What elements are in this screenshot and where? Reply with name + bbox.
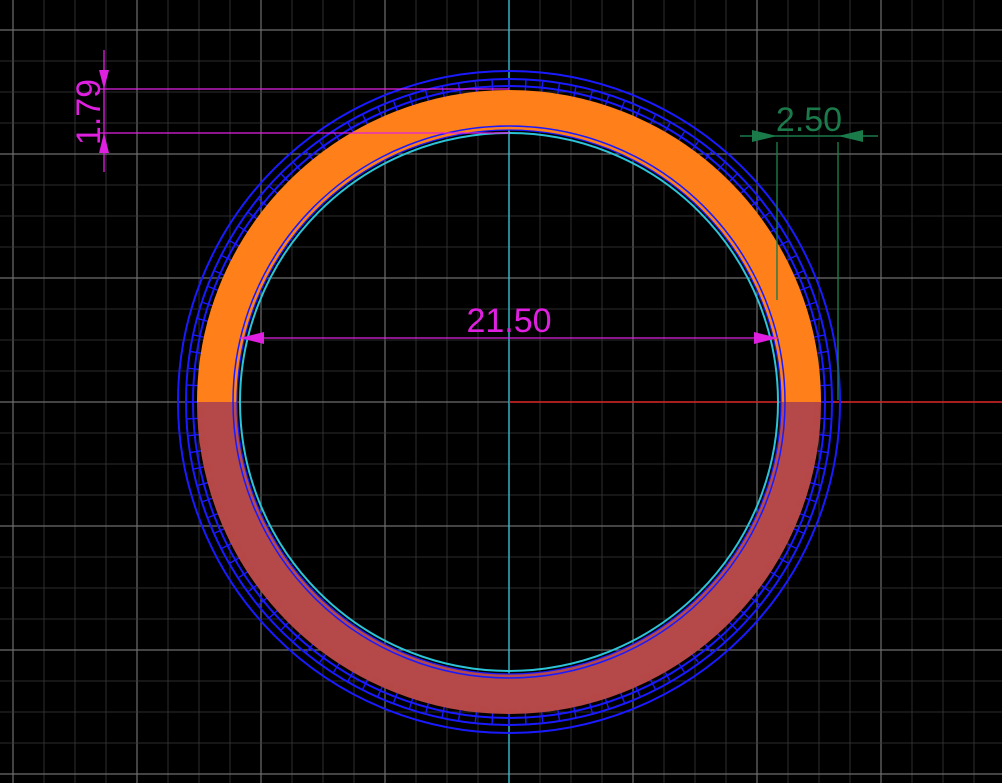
inner-diameter-label: 21.50 [466,302,551,340]
wall-thickness-label: 1.79 [70,79,108,145]
cad-viewport[interactable]: 1.79 21.50 2.50 [0,0,1002,783]
dimension-inner-diameter: 21.50 [240,302,778,344]
drawing-canvas[interactable]: 1.79 21.50 2.50 [0,0,1002,783]
outer-offset-label: 2.50 [776,101,842,139]
